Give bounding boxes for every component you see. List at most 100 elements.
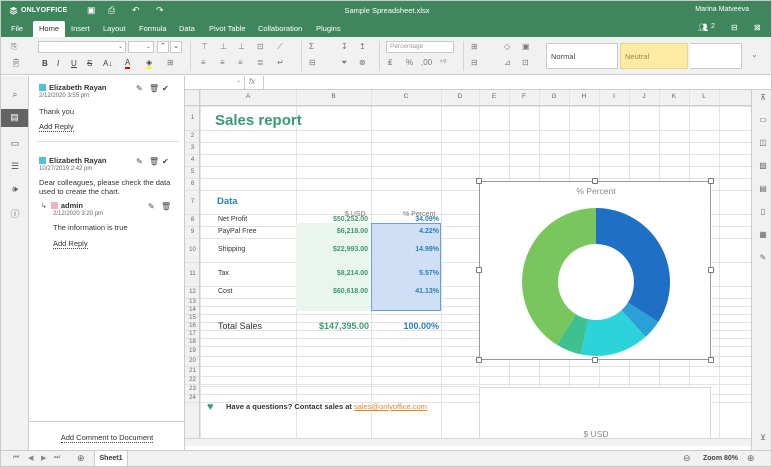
row-header-1[interactable]: 1 (185, 115, 200, 121)
horizontal-scrollbar[interactable] (185, 438, 751, 446)
align-middle-icon[interactable]: ⊥ (220, 42, 227, 51)
tab-insert[interactable]: Insert (67, 23, 94, 34)
search-icon[interactable]: ⌕ (7, 89, 23, 100)
row-header-6[interactable]: 6 (185, 181, 200, 187)
decrease-font-icon[interactable]: ⌄ (170, 41, 182, 53)
tab-formula[interactable]: Formula (135, 23, 171, 34)
justify-icon[interactable]: ≣ (257, 58, 264, 67)
row-percent-value[interactable]: 41.13% (371, 288, 439, 295)
resize-handle[interactable] (592, 178, 598, 184)
subscript-icon[interactable]: A↓ (103, 59, 112, 68)
tab-file[interactable]: File (7, 23, 27, 34)
function-icon[interactable]: fx (249, 77, 255, 86)
text-settings-icon[interactable]: ▯ (756, 207, 770, 216)
row-header-11[interactable]: 11 (185, 271, 200, 277)
row-percent-value[interactable]: 34.09% (371, 216, 439, 223)
row-label[interactable]: Cost (218, 288, 294, 295)
add-sheet-icon[interactable]: ⊕ (77, 453, 85, 464)
row-header-13[interactable]: 13 (185, 299, 200, 305)
sort-asc-icon[interactable]: ↧ (341, 42, 348, 51)
row-usd-value[interactable]: $6,218.00 (296, 228, 368, 235)
first-sheet-icon[interactable]: ⏮ (13, 454, 19, 462)
delete-icon[interactable]: 🗑︎ (149, 84, 159, 93)
add-comment-link[interactable]: Add Comment to Document (60, 433, 154, 443)
format-table-icon[interactable]: ⊿ (504, 58, 511, 67)
resize-handle[interactable] (592, 357, 598, 363)
add-reply-link[interactable]: Add Reply (53, 239, 88, 249)
align-top-icon[interactable]: ⊤ (201, 42, 208, 51)
column-header-i[interactable]: I (599, 93, 629, 100)
comments-icon[interactable]: ▤ (1, 109, 28, 127)
align-bottom-icon[interactable]: ⊥ (238, 42, 245, 51)
row-label[interactable]: PayPal Free (218, 228, 294, 235)
row-header-15[interactable]: 15 (185, 315, 200, 321)
font-size-select[interactable]: ⌄ (128, 41, 154, 53)
row-header-22[interactable]: 22 (185, 377, 200, 383)
row-label[interactable]: Net Profit (218, 216, 294, 223)
column-header-c[interactable]: C (371, 93, 441, 100)
headings-icon[interactable]: ☰ (7, 161, 23, 172)
tab-layout[interactable]: Layout (99, 23, 130, 34)
formula-input[interactable] (263, 76, 771, 89)
resize-handle[interactable] (708, 357, 714, 363)
selected-range[interactable] (371, 223, 441, 311)
delete-cells-icon[interactable]: ⊟ (471, 58, 478, 67)
named-ranges-icon[interactable]: ⊟ (309, 58, 316, 67)
row-header-23[interactable]: 23 (185, 386, 200, 392)
donut-slice-net-profit[interactable] (596, 208, 670, 323)
italic-icon[interactable]: I (57, 59, 59, 68)
orientation-icon[interactable]: ⟋ (277, 42, 283, 52)
tab-pivot-table[interactable]: Pivot Table (205, 23, 250, 34)
edit-icon[interactable]: ✎ (136, 84, 143, 93)
increase-font-icon[interactable]: ⌃ (157, 41, 169, 53)
borders-icon[interactable]: ⊞ (167, 58, 174, 67)
open-location-icon[interactable]: ⊟ (731, 23, 738, 32)
edit-icon[interactable]: ✎ (148, 202, 155, 211)
styles-dropdown-icon[interactable]: ⌄ (751, 50, 758, 59)
column-header-e[interactable]: E (479, 93, 509, 100)
row-header-17[interactable]: 17 (185, 331, 200, 337)
currency-icon[interactable]: ₤ (388, 58, 392, 67)
spreadsheet-grid[interactable]: ABCDEFGHIJKL 1 2 3 4 5 6 7 8 9 10 11 12 13 14 15 16 17 18… (185, 90, 751, 446)
zoom-out-icon[interactable]: ⊖ (683, 453, 691, 464)
image-settings-icon[interactable]: ▨ (756, 161, 770, 170)
resolve-icon[interactable]: ✔ (162, 84, 169, 93)
column-header-b[interactable]: B (296, 93, 371, 100)
underline-icon[interactable]: U (71, 59, 77, 68)
cell-settings-icon[interactable]: ▭ (756, 115, 770, 124)
row-header-20[interactable]: 20 (185, 358, 200, 364)
row-label[interactable]: Tax (218, 270, 294, 277)
column-header-l[interactable]: L (689, 93, 719, 100)
resize-handle[interactable] (476, 178, 482, 184)
row-usd-value[interactable]: $22,993.00 (296, 246, 368, 253)
table-settings-icon[interactable]: ▦ (756, 230, 770, 239)
resize-handle[interactable] (708, 267, 714, 273)
data-heading[interactable]: Data (217, 196, 238, 207)
row-usd-value[interactable]: $8,214.00 (296, 270, 368, 277)
row-header-21[interactable]: 21 (185, 368, 200, 374)
bold-icon[interactable]: B (42, 59, 48, 68)
font-name-select[interactable]: ⌄ (38, 41, 126, 53)
next-sheet-icon[interactable]: ▶ (41, 454, 46, 462)
zoom-in-icon[interactable]: ⊕ (747, 453, 755, 464)
resolve-icon[interactable]: ✔ (162, 157, 169, 166)
row-percent-value[interactable]: 5.57% (371, 270, 439, 277)
column-header-a[interactable]: A (200, 93, 296, 100)
clear-filter-icon[interactable]: ⊗ (359, 58, 366, 67)
style-neutral[interactable]: Neutral (620, 43, 688, 69)
chart-settings-icon[interactable]: ▤ (756, 184, 770, 193)
copy-icon[interactable]: ⎘ (11, 42, 17, 52)
tab-plugins[interactable]: Plugins (312, 23, 345, 34)
filter-icon[interactable]: ⏷ (341, 58, 347, 68)
row-usd-value[interactable]: $60,618.00 (296, 288, 368, 295)
feedback-icon[interactable]: 🕪︎ (7, 184, 23, 195)
contact-email-link[interactable]: sales@onlyoffice.com (354, 402, 427, 411)
row-header-7[interactable]: 7 (185, 199, 200, 205)
decimal-icon[interactable]: ⁺⁰ (439, 58, 446, 67)
last-sheet-icon[interactable]: ⏭ (54, 454, 60, 462)
align-center-icon[interactable]: ≡ (220, 58, 225, 67)
chat-icon[interactable]: ▭ (7, 138, 23, 149)
signature-settings-icon[interactable]: ✎ (756, 253, 770, 262)
donut-chart[interactable]: % Percent (479, 181, 711, 360)
row-header-9[interactable]: 9 (185, 229, 200, 235)
